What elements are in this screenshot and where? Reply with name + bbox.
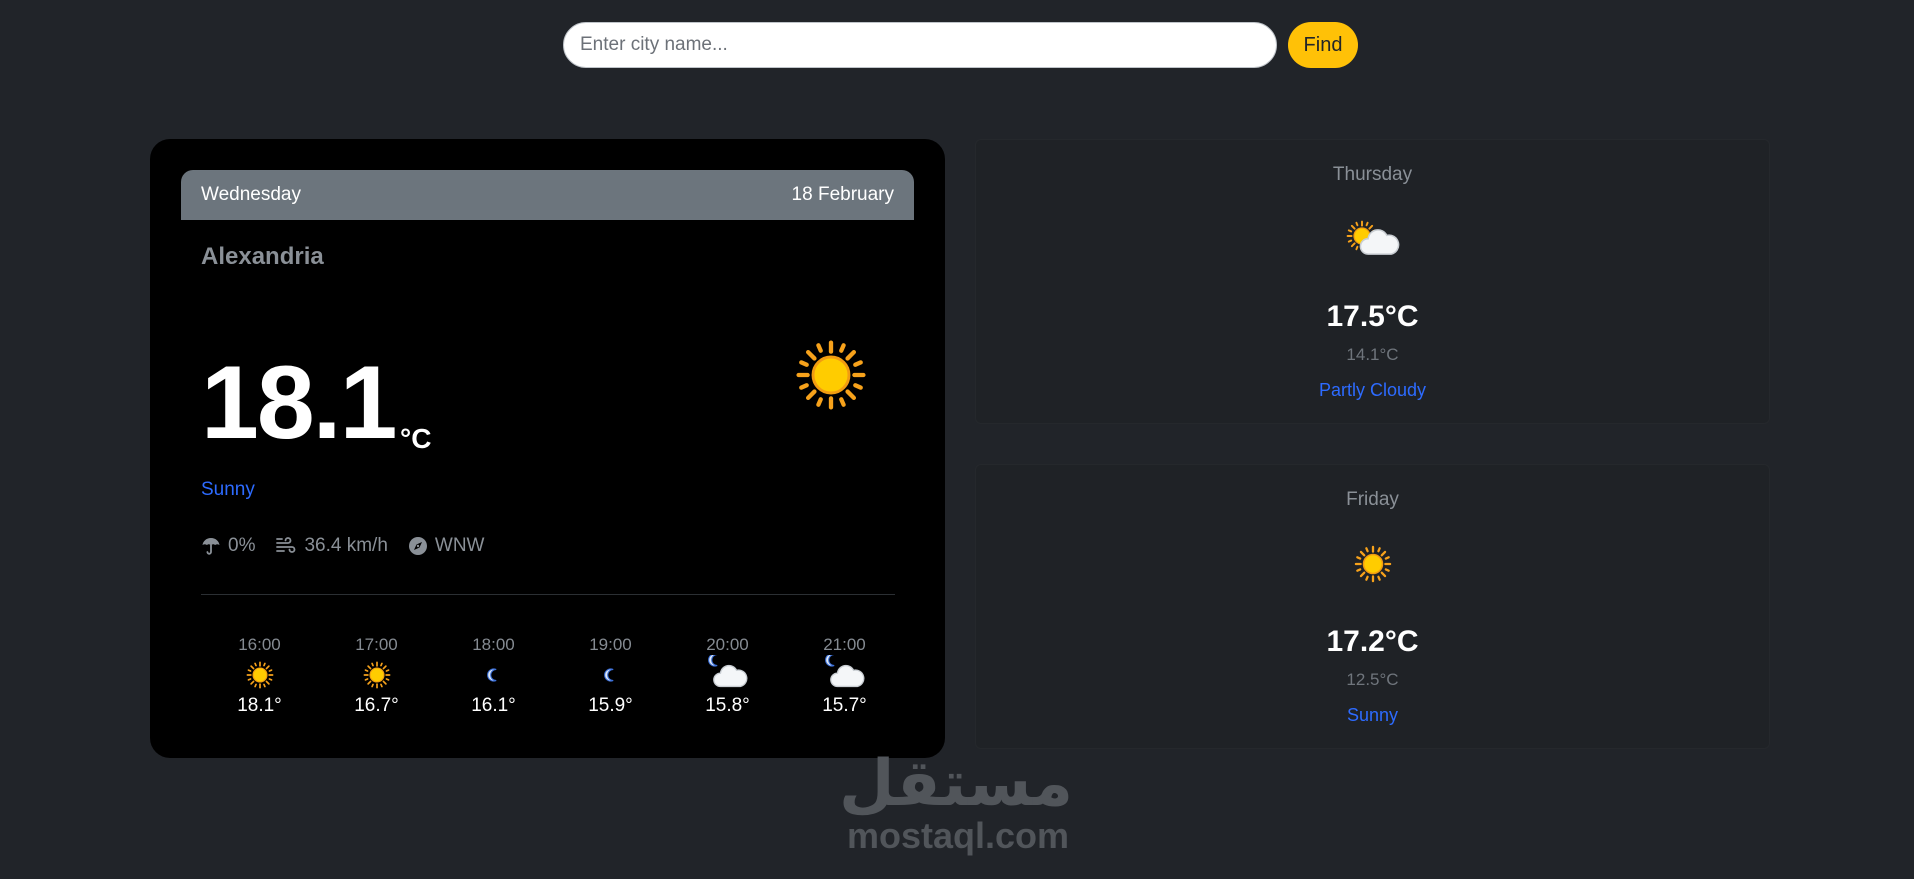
moon-cloud-icon — [824, 655, 864, 688]
hour-time: 17:00 — [355, 635, 398, 654]
forecast-card-friday: Friday 17.2°C 12.5°C Sunny — [975, 464, 1770, 749]
sun-icon — [363, 661, 391, 689]
sun-icon — [795, 339, 867, 411]
forecast-day: Friday — [1346, 489, 1399, 510]
hourly-item: 20:00 15.8° — [669, 635, 786, 717]
forecast-condition: Sunny — [1346, 705, 1399, 725]
hour-time: 19:00 — [589, 635, 632, 654]
hour-temp: 15.9° — [588, 695, 633, 716]
hour-temp: 15.8° — [705, 695, 750, 716]
sun-icon — [1354, 545, 1392, 583]
direction-value: WNW — [434, 535, 485, 556]
moon-icon — [483, 664, 505, 686]
forecast-min-temp: 14.1°C — [1346, 345, 1399, 364]
current-condition: Sunny — [201, 479, 255, 500]
umbrella-icon — [202, 538, 220, 555]
watermark-latin: mostaql.com — [846, 815, 1070, 856]
find-button[interactable]: Find — [1288, 22, 1358, 68]
watermark-arabic: مستقل — [838, 747, 1073, 821]
wind-stat: 36.4 km/h — [275, 535, 388, 557]
current-temperature: 18.1 — [201, 345, 397, 461]
hourly-item: 18:00 16.1° — [435, 635, 552, 717]
forecast-max-temp: 17.2°C — [1326, 625, 1419, 658]
direction-stat: WNW — [408, 535, 485, 557]
hour-temp: 16.7° — [354, 695, 399, 716]
city-name: Alexandria — [201, 243, 324, 270]
forecast-card-thursday: Thursday 17.5°C 14.1°C Partly Cloudy — [975, 139, 1770, 424]
today-header: Wednesday 18 February — [181, 170, 914, 220]
hour-temp: 18.1° — [237, 695, 282, 716]
sun-icon — [246, 661, 274, 689]
hour-temp: 15.7° — [822, 695, 867, 716]
hourly-item: 17:00 16.7° — [318, 635, 435, 717]
moon-icon — [600, 664, 622, 686]
hour-time: 18:00 — [472, 635, 515, 654]
forecast-max-temp: 17.5°C — [1326, 300, 1419, 333]
forecast-condition: Partly Cloudy — [1318, 380, 1427, 400]
today-weather-card: Wednesday 18 February Alexandria 18.1 °C… — [150, 139, 945, 758]
temperature-unit: °C — [400, 423, 432, 454]
today-date: 18 February — [791, 184, 894, 205]
forecast-day: Thursday — [1332, 164, 1413, 185]
hourly-item: 16:00 18.1° — [201, 635, 318, 717]
weather-stats: 0% 36.4 km/h WNW — [201, 535, 505, 557]
hour-time: 20:00 — [706, 635, 749, 654]
rain-stat: 0% — [201, 535, 255, 557]
today-day: Wednesday — [201, 184, 301, 205]
hourly-forecast: 16:00 18.1° 17:00 16.7° 18:00 16.1° 19:0… — [201, 635, 903, 717]
wind-value: 36.4 km/h — [304, 535, 388, 556]
sun-cloud-icon — [1346, 220, 1399, 255]
forecast-min-temp: 12.5°C — [1346, 670, 1399, 689]
wind-icon — [276, 537, 296, 553]
rain-value: 0% — [228, 535, 256, 556]
hourly-item: 19:00 15.9° — [552, 635, 669, 717]
hour-time: 16:00 — [238, 635, 281, 654]
hour-temp: 16.1° — [471, 695, 516, 716]
hourly-item: 21:00 15.7° — [786, 635, 903, 717]
city-search-input[interactable] — [563, 22, 1277, 68]
watermark-logo: مستقل mostaql.com — [838, 747, 1073, 856]
compass-icon — [408, 537, 427, 555]
search-bar: Find — [563, 22, 1358, 68]
hour-time: 21:00 — [823, 635, 866, 654]
divider — [201, 594, 895, 595]
moon-cloud-icon — [707, 655, 747, 688]
